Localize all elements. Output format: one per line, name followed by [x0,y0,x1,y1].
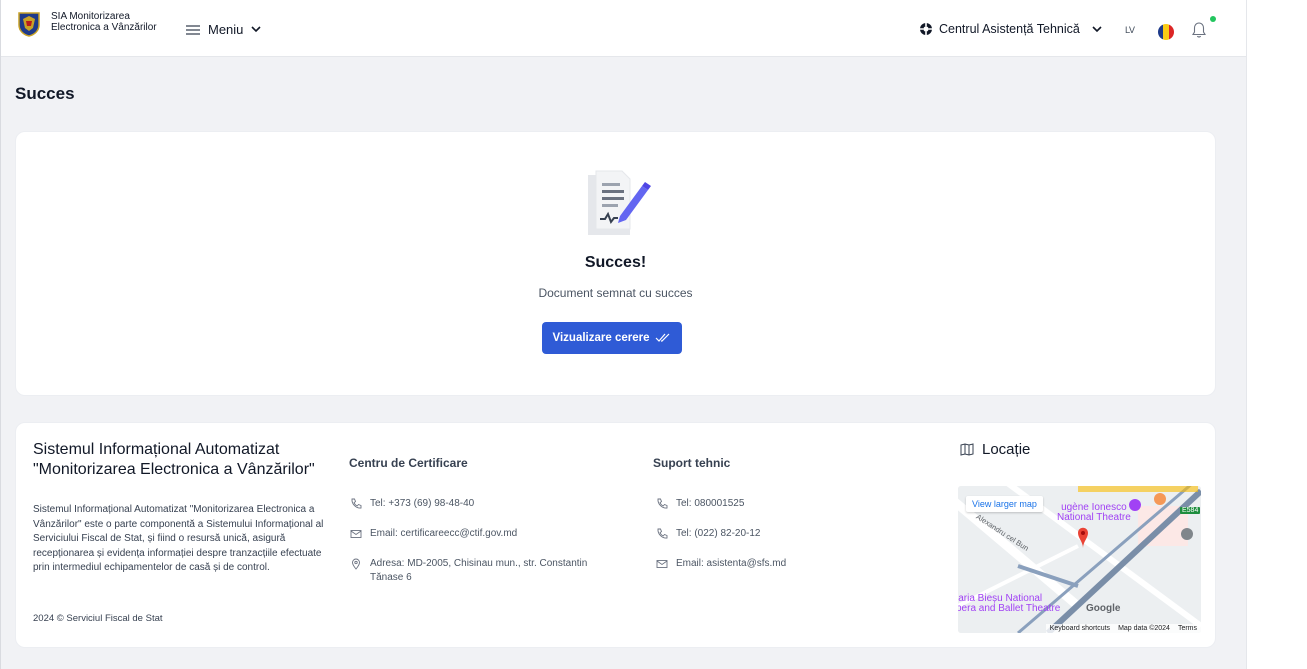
bell-icon[interactable] [1191,21,1207,39]
view-request-label: Vizualizare cerere [552,332,650,344]
footer: Sistemul Informațional Automatizat "Moni… [15,422,1216,648]
google-logo: Google [1086,603,1121,614]
map-attribution: Keyboard shortcuts Map data ©2024 Terms [1045,624,1201,633]
menu-icon [186,24,200,35]
success-title: Succes! [584,254,647,271]
support-phone-1[interactable]: Tel: 080001525 [656,497,744,511]
double-check-icon [656,333,670,342]
map-place-label-2: laria Bieșu National pera and Ballet The… [958,593,1061,614]
footer-system-title: Sistemul Informațional Automatizat "Moni… [33,441,315,478]
footer-copyright: 2024 © Serviciul Fiscal de Stat [33,613,163,624]
support-phone-2-text: Tel: (022) 82-20-12 [676,528,761,539]
certification-address: Adresa: MD-2005, Chisinau mun., str. Con… [350,557,620,585]
support-phone-2[interactable]: Tel: (022) 82-20-12 [656,527,761,541]
certification-phone[interactable]: Tel: +373 (69) 98-48-40 [350,497,474,511]
support-email-text: Email: asistenta@sfs.md [676,558,787,569]
location-pin-icon [352,558,360,570]
phone-icon [351,498,362,509]
map-icon [960,443,974,456]
footer-description: Sistemul Informațional Automatizat "Moni… [33,504,324,573]
notification-dot [1210,16,1216,22]
top-header: SIA Monitorizarea Electronica a Vânzăril… [1,0,1246,57]
support-phone-1-text: Tel: 080001525 [676,498,745,509]
support-email[interactable]: Email: asistenta@sfs.md [656,557,786,571]
certification-email-text: Email: certificareecc@ctif.gov.md [370,528,518,539]
certification-phone-text: Tel: +373 (69) 98-48-40 [370,498,475,509]
view-request-button[interactable]: Vizualizare cerere [542,322,682,354]
location-map[interactable]: View larger map ugène Ionesco National T… [958,486,1201,633]
mail-icon [350,530,362,538]
chevron-down-icon [251,26,261,33]
chevron-down-icon [1092,25,1102,32]
state-emblem-logo[interactable] [17,11,41,37]
user-initials-button[interactable]: LV [1119,23,1141,39]
menu-button[interactable]: Meniu [186,22,261,37]
document-sign-icon [588,170,651,235]
lifebuoy-icon [920,23,932,35]
mail-icon [656,560,668,568]
location-heading: Locație [960,441,1030,458]
app-title-line2: Electronica a Vânzărilor [51,22,157,33]
phone-icon [657,498,668,509]
phone-icon [657,528,668,539]
side-panel-gutter [1246,0,1307,669]
certification-heading: Centru de Certificare [349,456,468,470]
map-road-number: E584 [1180,507,1201,514]
map-place-label-1: ugène Ionesco National Theatre [1057,502,1131,523]
app-frame: SIA Monitorizarea Electronica a Vânzăril… [0,0,1307,669]
support-heading: Suport tehnic [653,456,731,470]
flag-icon[interactable] [1158,24,1174,40]
success-message: Document semnat cu succes [538,286,693,300]
location-heading-text: Locație [982,441,1031,458]
certification-email[interactable]: Email: certificareecc@ctif.gov.md [350,527,517,541]
success-card: Succes! Document semnat cu succes Vizual… [15,131,1216,396]
terms-link[interactable]: Terms [1178,625,1197,632]
app-title-line1: SIA Monitorizarea [51,11,130,22]
keyboard-shortcuts-link[interactable]: Keyboard shortcuts [1050,625,1110,632]
help-center-label: Centrul Asistență Tehnică [939,22,1080,36]
certification-address-text: Adresa: MD-2005, Chisinau mun., str. Con… [370,558,588,583]
page-title: Succes [15,84,75,103]
help-center-dropdown[interactable]: Centrul Asistență Tehnică [919,22,1102,36]
view-larger-map-link[interactable]: View larger map [966,496,1043,512]
app-title[interactable]: SIA Monitorizarea Electronica a Vânzăril… [51,11,157,33]
map-data-text: Map data ©2024 [1118,625,1170,632]
menu-label: Meniu [208,22,244,37]
